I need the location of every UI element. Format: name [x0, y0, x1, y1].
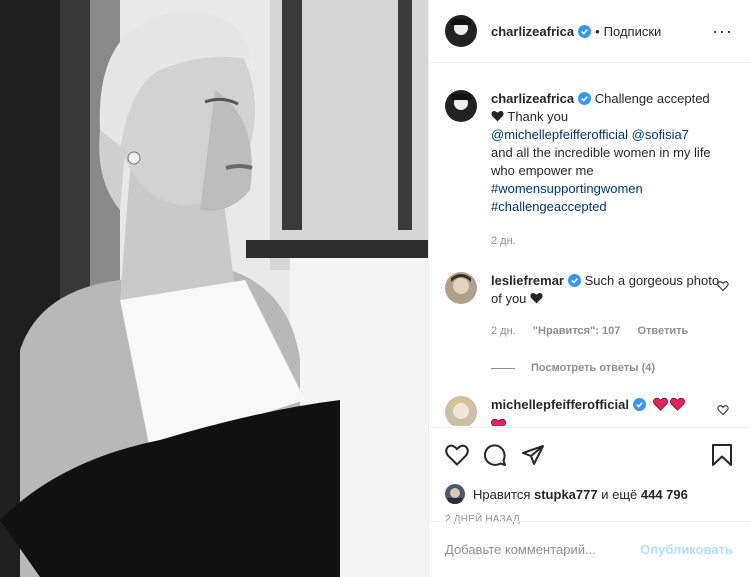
verified-badge-icon	[632, 398, 646, 411]
red-heart-icon	[652, 397, 668, 411]
caption-line1: Challenge accepted	[594, 91, 710, 106]
author-avatar[interactable]	[445, 15, 477, 47]
comments-list[interactable]: charlizeafrica Challenge accepted Thank …	[429, 64, 749, 426]
view-replies-label: Посмотреть ответы (4)	[531, 362, 656, 374]
share-send-icon[interactable]	[521, 443, 545, 467]
caption-text: charlizeafrica Challenge accepted Thank …	[491, 90, 733, 250]
red-heart-icon	[669, 397, 685, 411]
comment-bubble-icon[interactable]	[483, 443, 507, 467]
mention-link[interactable]: @michellepfeifferofficial	[491, 127, 628, 142]
post-photo[interactable]	[0, 0, 428, 577]
commenter-avatar[interactable]	[445, 272, 477, 304]
post-header: charlizeafrica • Подписки ···	[429, 0, 749, 63]
add-comment-bar: Добавьте комментарий... Опубликовать	[429, 521, 749, 577]
verified-badge-icon	[578, 92, 592, 105]
caption-author[interactable]: charlizeafrica	[491, 91, 574, 106]
replies-divider	[491, 367, 515, 369]
commenter-username[interactable]: michellepfeifferofficial	[491, 397, 629, 412]
portrait-image	[0, 0, 428, 577]
comment-item: michellepfeifferofficial	[445, 396, 733, 426]
black-heart-icon	[530, 292, 543, 304]
commenter-username[interactable]: lesliefremar	[491, 273, 564, 288]
author-username[interactable]: charlizeafrica	[491, 24, 574, 39]
comment-item: lesliefremar Such a gorgeous photo of yo…	[445, 272, 733, 340]
caption-line3: and all the incredible women in my life …	[491, 145, 711, 178]
like-comment-icon[interactable]	[717, 280, 729, 292]
caption-line2: Thank you	[507, 109, 569, 124]
hashtag-link[interactable]: #challengeaccepted	[491, 199, 607, 214]
post-actions: Нравится stupka777 и ещё 444 796 2 ДНЕЙ …	[429, 427, 749, 525]
like-heart-icon[interactable]	[445, 444, 469, 466]
hashtag-link[interactable]: #womensupportingwomen	[491, 181, 643, 196]
following-button[interactable]: Подписки	[604, 24, 662, 39]
verified-badge-icon	[578, 24, 592, 38]
liker-avatar[interactable]	[445, 484, 465, 504]
likes-prefix: Нравится	[473, 486, 531, 502]
liker-username[interactable]: stupka777	[534, 487, 598, 502]
likes-middle: и ещё	[601, 486, 638, 502]
verified-badge-icon	[568, 274, 581, 287]
commenter-avatar[interactable]	[445, 396, 477, 426]
caption-avatar[interactable]	[445, 90, 477, 122]
like-comment-icon[interactable]	[717, 404, 729, 416]
comment-likes[interactable]: "Нравится": 107	[533, 325, 621, 337]
comment-text: michellepfeifferofficial	[491, 396, 733, 426]
bookmark-save-icon[interactable]	[711, 443, 733, 467]
comment-time[interactable]: 2 дн.	[491, 325, 516, 337]
header-separator: •	[595, 23, 600, 39]
post-sidebar: charlizeafrica • Подписки ··· charlizeaf…	[428, 0, 749, 577]
action-icons	[445, 428, 733, 482]
black-heart-icon	[491, 110, 504, 122]
mention-link[interactable]: @sofisia7	[632, 127, 689, 142]
view-replies-button[interactable]: Посмотреть ответы (4)	[491, 362, 733, 374]
caption: charlizeafrica Challenge accepted Thank …	[445, 90, 733, 250]
likes-count[interactable]: 444 796	[641, 487, 688, 502]
comment-text: lesliefremar Such a gorgeous photo of yo…	[491, 272, 733, 340]
likes-summary: Нравится stupka777 и ещё 444 796	[445, 482, 733, 506]
comment-input[interactable]: Добавьте комментарий...	[445, 542, 640, 557]
red-heart-icon	[491, 418, 506, 426]
publish-button[interactable]: Опубликовать	[640, 542, 733, 557]
reply-button[interactable]: Ответить	[637, 325, 688, 337]
more-options-icon[interactable]: ···	[712, 22, 733, 40]
caption-time[interactable]: 2 дн.	[491, 235, 516, 247]
